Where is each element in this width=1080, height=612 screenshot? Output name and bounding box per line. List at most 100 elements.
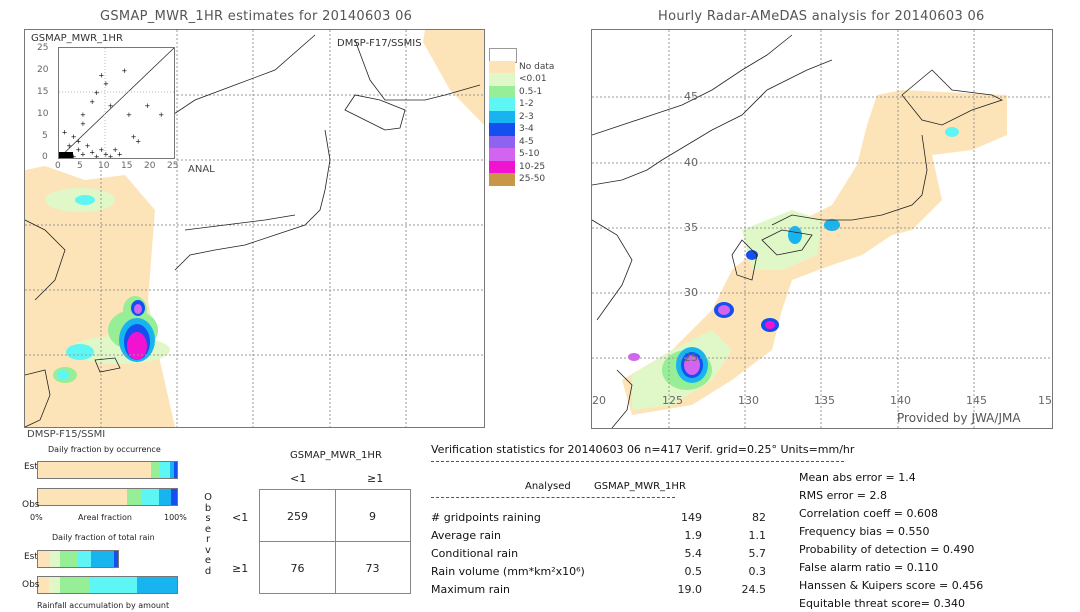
sensor-label-bottom: DMSP-F15/SSMI (27, 429, 106, 440)
scatter-point: + (80, 111, 86, 119)
legend-item: <0.01 (489, 73, 569, 86)
rain-patch (718, 305, 730, 315)
stat-estimate: 0.3 (748, 565, 767, 578)
stat-analysed: 5.4 (684, 547, 703, 560)
contingency-header: GSMAP_MWR_1HR (290, 450, 382, 461)
scatter-ytick: 0 (42, 152, 48, 162)
bar-segment (158, 489, 172, 505)
score-line: Hanssen & Kuipers score = 0.456 (799, 579, 984, 592)
scatter-xlabel: ANAL (188, 164, 215, 175)
rain-patch (945, 127, 959, 137)
bar-segment (50, 551, 60, 567)
legend-label: 4-5 (519, 136, 534, 147)
legend-item: 4-5 (489, 135, 569, 149)
scatter-point: + (135, 137, 141, 145)
lat-label-35: 35 (684, 221, 698, 234)
col-analysed: Analysed (525, 481, 571, 492)
stat-analysed: 149 (681, 511, 702, 524)
bar-segment (174, 462, 177, 478)
obs-label-2: Obs (22, 580, 40, 590)
stat-analysed: 19.0 (677, 583, 703, 596)
lat-label-25: 25 (684, 351, 698, 364)
lon-label: 15 (1038, 394, 1052, 407)
legend-label: No data (519, 61, 555, 72)
scatter-xtick: 25 (167, 161, 179, 171)
cell-false-alarm: 9 (369, 510, 376, 523)
bar-segment (126, 489, 143, 505)
rain-patch (127, 332, 147, 360)
rain-patch (134, 304, 142, 314)
scatter-svg: ++++++++++++++++++++++++++++++ (59, 48, 174, 158)
col-est: GSMAP_MWR_1HR (594, 481, 686, 492)
scatter-point: + (108, 102, 114, 110)
legend-item: 2-3 (489, 110, 569, 124)
scatter-plot-area: ++++++++++++++++++++++++++++++ (58, 47, 175, 159)
right-map: 45 40 35 30 25 20 125 130 135 140 145 15… (591, 29, 1053, 429)
scatter-point: + (103, 80, 109, 88)
legend-swatch (489, 148, 515, 161)
scatter-xtick: 5 (77, 161, 83, 171)
rain-patch (788, 226, 802, 244)
stat-label: Rain volume (mm*km²x10⁶) (431, 565, 585, 578)
lon-label: 130 (738, 394, 759, 407)
legend-swatch (489, 110, 515, 124)
obs-label: Obs (22, 500, 40, 510)
cell-hit-neg: 259 (287, 510, 308, 523)
scatter-point: + (94, 89, 100, 97)
bar-segment (150, 462, 161, 478)
axis-right: 100% (164, 513, 187, 522)
score-line: False alarm ratio = 0.110 (799, 561, 939, 574)
scatter-point: + (121, 67, 127, 75)
legend-swatch (489, 98, 515, 111)
legend-item (489, 48, 569, 63)
est-label-2: Est (24, 552, 38, 562)
rain-patch (628, 353, 640, 361)
total-rain-est-bar (37, 550, 119, 568)
axis-mid: Areal fraction (78, 513, 132, 522)
scatter-xtick: 15 (121, 161, 133, 171)
bar-segment (142, 489, 159, 505)
row-label-lt1: <1 (232, 511, 249, 524)
rain-patch (765, 321, 775, 329)
nodata-swath-ne (423, 30, 484, 125)
scatter-xtick: 10 (98, 161, 110, 171)
axis-left: 0% (30, 513, 43, 522)
scatter-ytick: 20 (37, 65, 49, 75)
col-label-lt1: <1 (290, 472, 307, 485)
occurrence-obs-bar (37, 488, 178, 506)
score-line: Correlation coeff = 0.608 (799, 507, 938, 520)
stat-label: Maximum rain (431, 583, 510, 596)
legend-swatch (489, 85, 515, 99)
left-map: GSMAP_MWR_1HR + + + + + + + + + + + + + + + + + + + + + + + + + +… (24, 29, 485, 428)
scatter-point: + (75, 137, 81, 145)
stat-estimate: 24.5 (741, 583, 767, 596)
legend-label: 3-4 (519, 124, 534, 134)
stat-label: # gridpoints raining (431, 511, 541, 524)
scatter-xtick: 0 (55, 161, 61, 171)
scatter-point: + (144, 102, 150, 110)
scatter-point: + (117, 151, 123, 158)
scatter-point: + (158, 111, 164, 119)
verification-header: Verification statistics for 20140603 06 … (431, 443, 855, 456)
rain-patch (57, 370, 69, 380)
legend-label: <0.01 (519, 74, 547, 84)
lat-label-45: 45 (684, 90, 698, 103)
rain-patch (824, 219, 840, 231)
rain-patch (66, 344, 94, 360)
bar-segment (60, 577, 90, 593)
lat-label-30: 30 (684, 286, 698, 299)
stat-estimate: 82 (752, 511, 766, 524)
lon-label: 20 (592, 394, 606, 407)
scatter-point: + (126, 111, 132, 119)
legend-item: 1-2 (489, 98, 569, 111)
scatter-point: + (62, 129, 68, 137)
legend-item: 5-10 (489, 148, 569, 161)
bar-segment (38, 489, 127, 505)
stat-estimate: 1.1 (748, 529, 767, 542)
row-label-ge1: ≥1 (232, 562, 249, 575)
bar-segment (89, 577, 137, 593)
scatter-xtick: 20 (144, 161, 156, 171)
divider (431, 461, 844, 462)
sensor-label-top: DMSP-F17/SSMIS (337, 38, 422, 49)
scatter-point: + (80, 120, 86, 128)
